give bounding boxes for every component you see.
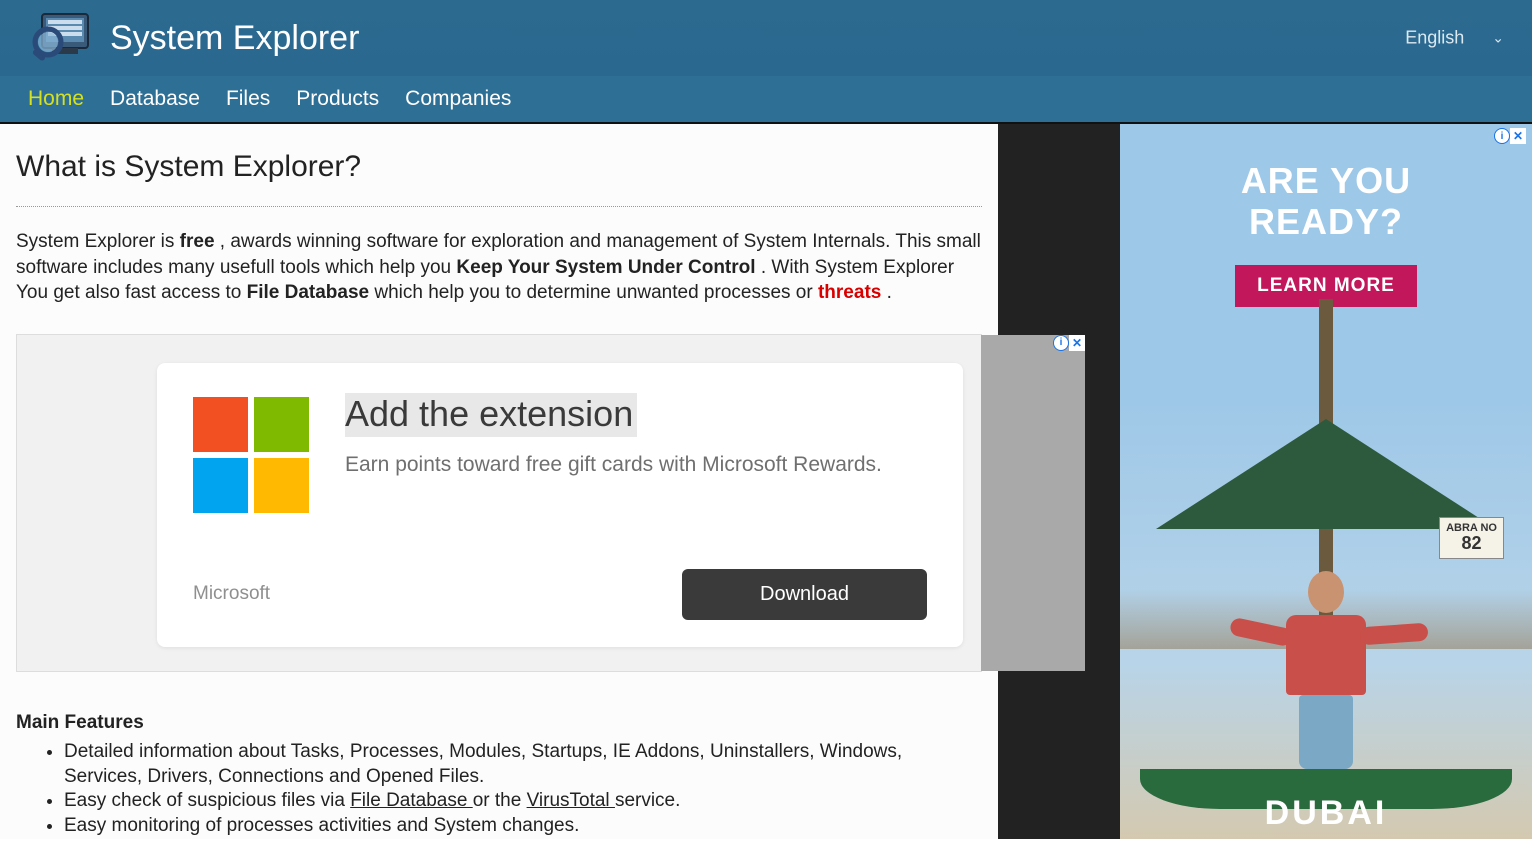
ad-badges: i ✕ (1494, 128, 1526, 144)
ad-overflow-bg (981, 335, 1085, 671)
intro-threats-link[interactable]: threats (818, 282, 881, 303)
ad-headline-line: READY? (1120, 201, 1532, 242)
feature-text: service. (615, 790, 680, 811)
chevron-down-icon: ⌄ (1492, 30, 1504, 47)
microsoft-logo-icon (193, 397, 309, 513)
ad-close-icon[interactable]: ✕ (1510, 128, 1526, 144)
intro-paragraph: System Explorer is free , awards winning… (16, 229, 982, 306)
file-database-link[interactable]: File Database (350, 790, 473, 811)
feature-text: Easy check of suspicious files via (64, 790, 350, 811)
virustotal-link[interactable]: VirusTotal (527, 790, 615, 811)
intro-text: . (881, 282, 892, 303)
language-selector[interactable]: English ⌄ (1405, 28, 1504, 49)
intro-text: which help you to determine unwanted pro… (369, 282, 818, 303)
features-list: Detailed information about Tasks, Proces… (16, 740, 982, 839)
sidebar-ad[interactable]: i ✕ ARE YOU READY? LEARN MORE ABRA NO 82 (1120, 124, 1532, 839)
feature-item: Detailed information about Tasks, Proces… (64, 740, 982, 789)
ad-sign: ABRA NO 82 (1439, 517, 1504, 559)
feature-item: Easy monitoring of processes activities … (64, 814, 982, 839)
ad-info-icon[interactable]: i (1053, 335, 1069, 351)
nav-database[interactable]: Database (110, 87, 200, 111)
ms-ad-headline: Add the extension (345, 393, 637, 437)
intro-text: System Explorer is (16, 231, 180, 252)
main-nav: Home Database Files Products Companies (0, 76, 1532, 124)
intro-filedb: File Database (247, 282, 370, 303)
ms-ad-top: Add the extension Earn points toward fre… (193, 393, 927, 513)
ms-ad-text: Add the extension Earn points toward fre… (345, 393, 927, 477)
logo-wrap: System Explorer (28, 10, 359, 66)
app-logo-icon (28, 10, 92, 66)
page-body: What is System Explorer? System Explorer… (0, 124, 1532, 839)
nav-files[interactable]: Files (226, 87, 270, 111)
nav-companies[interactable]: Companies (405, 87, 511, 111)
intro-free: free (180, 231, 215, 252)
site-title[interactable]: System Explorer (110, 19, 359, 58)
features-heading: Main Features (16, 712, 982, 734)
feature-text: or the (473, 790, 527, 811)
ad-headline-line: ARE YOU (1120, 160, 1532, 201)
sign-number: 82 (1446, 534, 1497, 554)
ad-headline: ARE YOU READY? (1120, 124, 1532, 243)
ms-ad-card[interactable]: Add the extension Earn points toward fre… (157, 363, 963, 647)
nav-products[interactable]: Products (296, 87, 379, 111)
page-title: What is System Explorer? (16, 150, 982, 184)
ad-badges: i ✕ (1053, 335, 1085, 351)
ms-ad-brand: Microsoft (193, 583, 270, 605)
ms-download-button[interactable]: Download (682, 569, 927, 620)
divider (16, 206, 982, 207)
site-header: System Explorer English ⌄ (0, 0, 1532, 76)
inline-ad-container: i ✕ Add the extension Earn points toward… (16, 334, 982, 672)
ad-info-icon[interactable]: i (1494, 128, 1510, 144)
feature-item: Easy check of suspicious files via File … (64, 789, 982, 814)
ad-close-icon[interactable]: ✕ (1069, 335, 1085, 351)
ad-brand-logo: DUBAI (1120, 794, 1532, 833)
intro-keep: Keep Your System Under Control (456, 257, 755, 278)
language-label: English (1405, 28, 1464, 49)
ms-ad-subline: Earn points toward free gift cards with … (345, 453, 927, 477)
ms-ad-bottom: Microsoft Download (193, 569, 927, 620)
main-content: What is System Explorer? System Explorer… (0, 124, 998, 839)
ad-illustration: ABRA NO 82 DUBAI (1120, 399, 1532, 839)
nav-home[interactable]: Home (28, 87, 84, 111)
